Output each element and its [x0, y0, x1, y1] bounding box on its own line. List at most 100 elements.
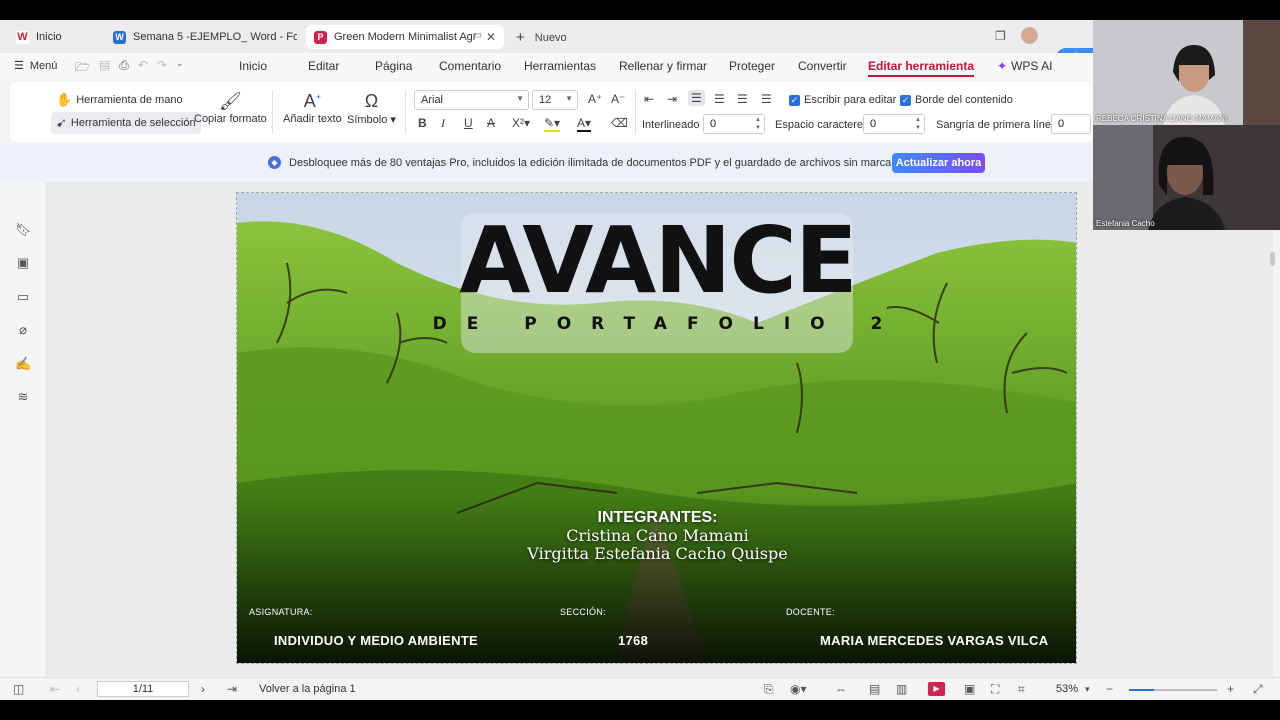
align-left-icon[interactable]: ☰	[688, 90, 705, 106]
reading-mode-icon[interactable]: ▣	[964, 682, 975, 696]
menu-item-comentario[interactable]: Comentario	[439, 59, 501, 73]
menu-item-convertir[interactable]: Convertir	[798, 59, 847, 73]
underline-icon[interactable]: U	[464, 116, 473, 130]
export-icon[interactable]: ⎘	[764, 682, 774, 697]
participant-name: Estefania Cacho	[1096, 219, 1155, 228]
spinner-arrows-icon[interactable]: ▲ ▼	[915, 116, 921, 132]
zoom-out-icon[interactable]: −	[1106, 682, 1113, 696]
upgrade-now-button[interactable]: Actualizar ahora	[892, 153, 985, 173]
hand-tool-button[interactable]: ✋ Herramienta de mano	[56, 92, 183, 108]
first-page-icon[interactable]: ⇤	[50, 682, 60, 696]
tab-pdf-doc[interactable]: P Green Modern Minimalist Agr ▭ ✕	[306, 25, 504, 49]
fullscreen-icon[interactable]: ⤢	[1253, 682, 1263, 697]
zoom-slider[interactable]	[1129, 689, 1217, 691]
open-folder-icon[interactable]: 🗁	[75, 58, 90, 79]
menu-item-herramientas[interactable]: Herramientas	[524, 59, 596, 73]
avatar[interactable]	[1021, 27, 1038, 44]
menu-item-editar-herramienta[interactable]: Editar herramienta	[868, 59, 975, 77]
menu-item-pagina[interactable]: Página	[375, 59, 412, 73]
zoom-slider-fill	[1129, 689, 1154, 691]
align-center-icon[interactable]: ☰	[714, 92, 725, 106]
indent-icon[interactable]: ⇥	[667, 92, 677, 106]
italic-icon[interactable]: I	[441, 116, 445, 131]
save-icon[interactable]: ▤	[99, 58, 110, 79]
align-right-icon[interactable]: ☰	[737, 92, 748, 106]
thumbnail-icon[interactable]: ▣	[15, 255, 31, 271]
prev-page-icon[interactable]: ‹	[76, 682, 80, 696]
window-icon[interactable]: ▭	[473, 30, 482, 41]
menu-item-rellenar-firmar[interactable]: Rellenar y firmar	[619, 59, 707, 73]
page-number-input[interactable]: 1/11	[97, 681, 189, 697]
line-spacing-input[interactable]: 0 ▲ ▼	[703, 114, 765, 134]
play-slideshow-icon[interactable]: ▶	[928, 682, 945, 696]
comment-icon[interactable]: ▭	[15, 289, 31, 305]
zoom-level[interactable]: 53%	[1056, 683, 1078, 695]
spinner-arrows-icon[interactable]: ▲ ▼	[755, 116, 761, 132]
attachment-icon[interactable]: ⌀	[15, 322, 31, 338]
font-family-select[interactable]: Arial ▼	[414, 90, 529, 110]
strikethrough-icon[interactable]: A	[487, 116, 495, 130]
bookmark-icon[interactable]: 🔖︎	[15, 222, 32, 238]
hand-icon: ✋	[56, 92, 73, 107]
outdent-icon[interactable]: ⇤	[644, 92, 654, 106]
write-to-edit-checkbox[interactable]: ✓ Escribir para editar	[789, 94, 896, 106]
font-color-icon[interactable]: A▾	[577, 116, 592, 132]
back-to-page-link[interactable]: Volver a la página 1	[259, 683, 356, 695]
quick-access-toolbar: 🗁 ▤ ⎙ ↶ ↷ ⌄	[75, 58, 184, 79]
superscript-icon[interactable]: X²▾	[512, 116, 530, 130]
checkmark-icon: ✓	[900, 94, 911, 106]
highlight-icon[interactable]: ✎▾	[544, 116, 561, 132]
signature-icon[interactable]: ✍	[15, 356, 31, 372]
decrease-font-icon[interactable]: A⁻	[611, 92, 625, 106]
close-tab-icon[interactable]: ✕	[486, 30, 496, 44]
crop-icon[interactable]: ⌗	[1018, 682, 1025, 697]
eraser-icon[interactable]: ⌫	[611, 116, 628, 130]
chevron-down-icon[interactable]: ⌄	[176, 58, 184, 79]
last-page-icon[interactable]: ⇥	[227, 682, 237, 696]
scrollbar[interactable]	[1270, 252, 1275, 266]
tab-word-doc[interactable]: W Semana 5 -EJEMPLO_ Word - Formato	[105, 25, 297, 49]
toggle-sidebar-icon[interactable]: ◫	[13, 682, 24, 696]
new-tab-button[interactable]: + Nuevo	[516, 29, 567, 46]
menu-item-proteger[interactable]: Proteger	[729, 59, 775, 73]
video-tile-participant[interactable]: Estefania Cacho	[1093, 125, 1280, 230]
menu-item-wps-ai[interactable]: ✦ WPS AI	[997, 59, 1052, 73]
teacher-value: MARIA MERCEDES VARGAS VILCA	[820, 633, 1049, 648]
select-tool-button[interactable]: ➹ Herramienta de selección	[51, 112, 201, 134]
next-page-icon[interactable]: ›	[201, 682, 205, 696]
print-icon[interactable]: ⎙	[119, 58, 129, 79]
tab-inicio[interactable]: W Inicio	[8, 25, 98, 49]
content-border-checkbox[interactable]: ✓ Borde del contenido	[900, 94, 1013, 106]
chevron-down-icon[interactable]: ▾	[1085, 684, 1090, 695]
section-value: 1768	[618, 633, 649, 648]
justify-icon[interactable]: ☰	[761, 92, 772, 106]
fit-width-icon[interactable]: ⇔	[835, 682, 847, 696]
layers-icon[interactable]: ≋	[15, 389, 31, 405]
char-spacing-input[interactable]: 0 ▲ ▼	[863, 114, 925, 134]
window-switch-icon[interactable]: ❐	[995, 29, 1006, 43]
copy-format-button[interactable]: 🖌 Copiar formato	[194, 91, 267, 125]
zoom-in-icon[interactable]: +	[1227, 682, 1234, 696]
menu-bar: ☰ Menú 🗁 ▤ ⎙ ↶ ↷ ⌄ Inicio Editar Página …	[0, 53, 1280, 81]
increase-font-icon[interactable]: A⁺	[588, 92, 602, 106]
menu-item-editar[interactable]: Editar	[308, 59, 339, 73]
bold-icon[interactable]: B	[418, 116, 427, 130]
add-text-button[interactable]: A+ Añadir texto	[283, 91, 342, 125]
double-page-icon[interactable]: ▥	[896, 682, 907, 696]
fullscreen-fit-icon[interactable]: ⛶	[991, 682, 999, 697]
pdf-page[interactable]: AVANCE DE PORTAFOLIO 2 INTEGRANTES: Cris…	[236, 192, 1077, 664]
video-tile-participant[interactable]: REBECA CRISTINA CANO MAMANI	[1093, 20, 1280, 125]
single-page-icon[interactable]: ▤	[869, 682, 880, 696]
member-name: Cristina Cano Mamani	[566, 526, 749, 545]
redo-icon[interactable]: ↷	[157, 58, 167, 79]
copy-format-label: Copiar formato	[194, 113, 267, 125]
first-line-indent-input[interactable]: 0	[1051, 114, 1091, 134]
font-size-select[interactable]: 12 ▼	[532, 90, 578, 110]
menu-button[interactable]: ☰ Menú	[14, 59, 57, 73]
undo-icon[interactable]: ↶	[138, 58, 148, 79]
eye-icon[interactable]: ◉▾	[790, 682, 807, 696]
menu-item-inicio[interactable]: Inicio	[239, 59, 267, 73]
symbol-button[interactable]: Ω Símbolo ▾	[347, 91, 396, 126]
pdf-doc-icon: P	[314, 30, 327, 44]
participant-name: REBECA CRISTINA CANO MAMANI	[1096, 114, 1228, 123]
